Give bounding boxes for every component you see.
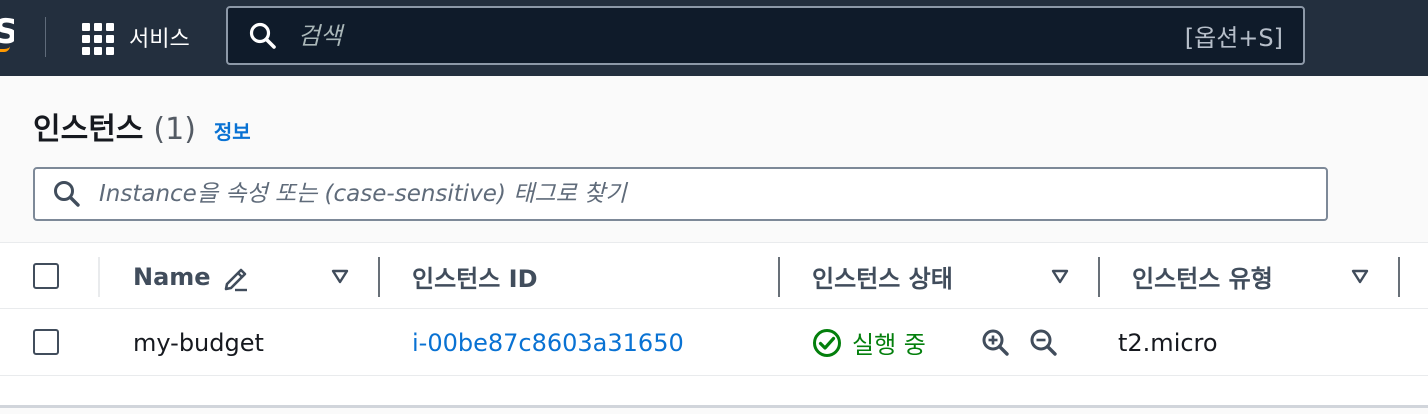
instance-filter-box[interactable] xyxy=(33,167,1328,221)
column-header-name[interactable]: Name xyxy=(133,243,251,310)
sort-caret-down-icon[interactable] xyxy=(330,266,350,286)
page-header: 인스턴스 (1) 정보 xyxy=(33,104,251,148)
table-row[interactable]: my-budget i-00be87c8603a31650 실행 중 t2.mi… xyxy=(0,309,1428,376)
services-menu-button[interactable]: 서비스 xyxy=(80,20,190,55)
aws-logo[interactable]: S xyxy=(0,12,14,56)
column-header-instance-id-label: 인스턴스 ID xyxy=(412,265,538,293)
search-shortcut-hint: [옵션+S] xyxy=(1184,24,1283,52)
instance-count: (1) xyxy=(153,112,196,147)
services-label: 서비스 xyxy=(129,27,190,52)
grid-menu-icon xyxy=(80,21,114,55)
column-divider xyxy=(98,257,100,297)
instance-type: t2.micro xyxy=(1118,328,1218,357)
top-navigation-bar: S 서비스 [옵션+S] xyxy=(0,0,1428,76)
info-link[interactable]: 정보 xyxy=(214,116,251,145)
column-resize-handle[interactable] xyxy=(1098,257,1100,297)
instance-state-label: 실행 중 xyxy=(852,331,926,359)
column-header-name-label: Name xyxy=(133,262,211,291)
column-resize-handle[interactable] xyxy=(778,257,780,297)
instance-id-link[interactable]: i-00be87c8603a31650 xyxy=(412,309,684,376)
instances-table: Name 인스턴스 ID 인스턴스 상태 인스턴스 유형 my-budget i… xyxy=(0,242,1428,408)
zoom-out-icon[interactable] xyxy=(1028,327,1058,357)
search-icon xyxy=(35,179,99,209)
edit-pencil-icon xyxy=(224,268,247,291)
check-circle-icon xyxy=(813,328,841,357)
column-header-type[interactable]: 인스턴스 유형 xyxy=(1132,243,1273,310)
column-resize-handle[interactable] xyxy=(378,257,380,297)
nav-divider xyxy=(45,17,46,57)
page-title: 인스턴스 xyxy=(33,112,144,147)
column-header-type-label: 인스턴스 유형 xyxy=(1132,265,1273,293)
table-bottom-border xyxy=(0,405,1428,408)
instance-filter-input[interactable] xyxy=(99,169,1326,219)
sort-caret-down-icon[interactable] xyxy=(1350,266,1370,286)
column-header-state-label: 인스턴스 상태 xyxy=(812,265,953,293)
sort-caret-down-icon[interactable] xyxy=(1050,266,1070,286)
select-all-checkbox[interactable] xyxy=(33,263,59,289)
instance-state: 실행 중 xyxy=(812,309,926,376)
global-search-box[interactable]: [옵션+S] xyxy=(226,6,1305,65)
column-header-state[interactable]: 인스턴스 상태 xyxy=(812,243,953,310)
global-search-input[interactable] xyxy=(298,8,1185,63)
column-header-instance-id[interactable]: 인스턴스 ID xyxy=(412,243,538,310)
column-resize-handle[interactable] xyxy=(1398,257,1400,297)
table-header: Name 인스턴스 ID 인스턴스 상태 인스턴스 유형 xyxy=(0,242,1428,309)
instance-name: my-budget xyxy=(133,328,264,357)
row-select-checkbox[interactable] xyxy=(33,329,59,355)
zoom-in-icon[interactable] xyxy=(980,327,1010,357)
search-icon xyxy=(228,21,298,51)
